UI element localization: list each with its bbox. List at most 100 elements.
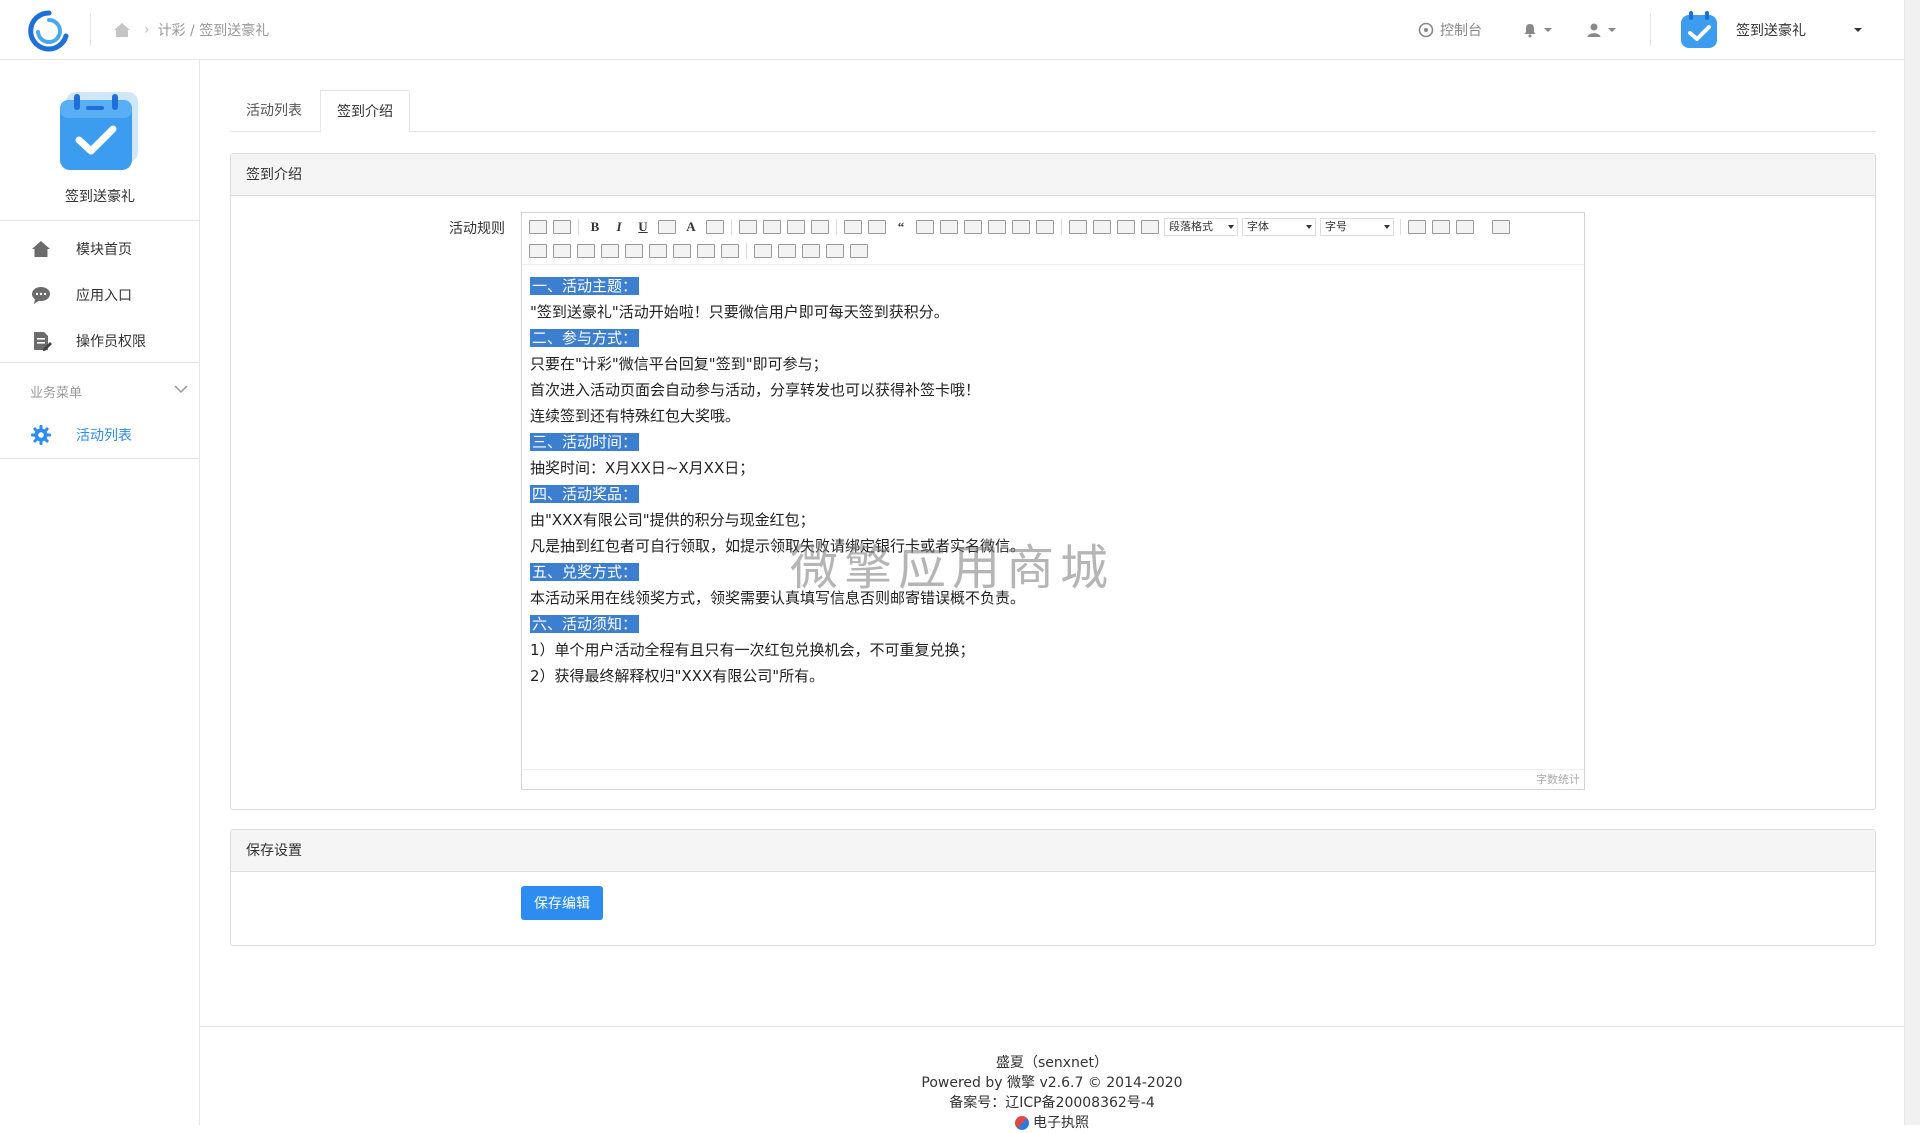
chevron-down-icon [174, 385, 188, 394]
font-color-icon[interactable]: A [682, 220, 700, 234]
paste-icon[interactable] [850, 244, 868, 258]
home-icon[interactable] [112, 20, 132, 40]
template-icon[interactable] [1432, 220, 1450, 234]
merge-cells-icon[interactable] [601, 244, 619, 258]
vertical-scrollbar[interactable] [1904, 0, 1920, 1125]
eraser-icon[interactable] [1036, 220, 1054, 234]
tab-checkin-intro[interactable]: 签到介绍 [320, 90, 410, 133]
editor-heading-line: 二、参与方式： [530, 325, 1576, 351]
user-menu-button[interactable] [1586, 0, 1616, 60]
footer-company: 盛夏（senxnet） [995, 1055, 1109, 1071]
align-center-icon[interactable] [763, 220, 781, 234]
align-justify-icon[interactable] [811, 220, 829, 234]
horizontal-rule-icon[interactable] [754, 244, 772, 258]
chevron-right-icon: › [144, 22, 150, 38]
rich-text-editor[interactable]: B I U A “ 段落格式 字体 字号 一、活动主题： "签到送豪礼"活动开始… [521, 212, 1585, 790]
header-divider [1650, 14, 1651, 46]
caret-down-icon [1608, 28, 1616, 32]
paragraph-format-select[interactable]: 段落格式 [1164, 218, 1238, 236]
row-spacing-icon[interactable] [1069, 220, 1087, 234]
fullscreen-icon[interactable] [1492, 220, 1510, 234]
footer-icp[interactable]: 备案号：辽ICP备20008362号-4 [200, 1093, 1904, 1113]
bold-icon[interactable]: B [586, 220, 604, 234]
editor-heading-line: 四、活动奖品： [530, 481, 1576, 507]
align-left-icon[interactable] [739, 220, 757, 234]
strikethrough-icon[interactable] [658, 220, 676, 234]
indent-icon[interactable] [1141, 220, 1159, 234]
align-right-icon[interactable] [787, 220, 805, 234]
editor-line-text: 三、活动时间： [530, 433, 640, 451]
breadcrumb-text[interactable]: 计彩 / 签到送豪礼 [158, 20, 270, 40]
caret-down-icon [1854, 28, 1862, 32]
split-cols-icon[interactable] [721, 244, 739, 258]
editor-toolbar: B I U A “ 段落格式 字体 字号 [522, 213, 1584, 265]
save-panel: 保存设置 保存编辑 [230, 829, 1876, 946]
table-icon[interactable] [1408, 220, 1426, 234]
anchor-icon[interactable] [778, 244, 796, 258]
paragraph-spacing-icon[interactable] [1093, 220, 1111, 234]
ordered-list-icon[interactable] [844, 220, 862, 234]
notifications-button[interactable] [1522, 0, 1552, 60]
text-direction-icon[interactable] [1456, 220, 1474, 234]
top-header: › 计彩 / 签到送豪礼 控制台 签到送豪礼 [0, 0, 1904, 60]
font-size-value: 字号 [1325, 220, 1347, 233]
split-cells-icon[interactable] [673, 244, 691, 258]
font-size-select[interactable]: 字号 [1320, 218, 1394, 236]
highlight-color-icon[interactable] [706, 220, 724, 234]
line-height-icon[interactable] [1117, 220, 1135, 234]
sidebar-item-operator-permissions[interactable]: 操作员权限 [0, 318, 200, 364]
page-footer: 盛夏（senxnet） Powered by 微擎 v2.6.7 © 2014-… [200, 1026, 1904, 1131]
sidebar-item-module-home[interactable]: 模块首页 [0, 226, 200, 272]
editor-line-text: 1）单个用户活动全程有且只有一次红包兑换机会，不可重复兑换； [530, 641, 975, 659]
merge-right-icon[interactable] [625, 244, 643, 258]
sidebar-divider [0, 220, 200, 221]
sidebar-group-business-menu[interactable]: 业务菜单 [0, 366, 200, 416]
editor-text-line: "签到送豪礼"活动开始啦！只要微信用户即可每天签到获积分。 [530, 299, 1576, 325]
italic-icon[interactable]: I [610, 220, 628, 234]
image-icon[interactable] [916, 220, 934, 234]
footer-license[interactable]: 电子执照 [200, 1113, 1904, 1133]
caret-down-icon [1306, 225, 1312, 229]
footer-powered-by: Powered by 微擎 v2.6.7 © 2014-2020 [921, 1075, 1183, 1091]
blockquote-icon[interactable]: “ [892, 220, 910, 234]
sidebar-item-activity-list[interactable]: 活动列表 [0, 412, 200, 458]
insert-row-icon[interactable] [529, 244, 547, 258]
sidebar-item-app-entry[interactable]: 应用入口 [0, 272, 200, 318]
font-family-select[interactable]: 字体 [1242, 218, 1316, 236]
insert-paragraph-icon[interactable] [553, 244, 571, 258]
header-divider [90, 14, 91, 46]
editor-text-line: 只要在"计彩"微信平台回复"签到"即可参与； [530, 351, 1576, 377]
console-link[interactable]: 控制台 [1418, 0, 1482, 60]
save-panel-title: 保存设置 [231, 830, 1875, 872]
insert-col-icon[interactable] [577, 244, 595, 258]
page-break-icon[interactable] [802, 244, 820, 258]
print-icon[interactable] [826, 244, 844, 258]
editor-line-text: 由"XXX有限公司"提供的积分与现金红包； [530, 511, 815, 529]
brand-logo-icon[interactable] [26, 8, 72, 54]
editor-content[interactable]: 一、活动主题： "签到送豪礼"活动开始啦！只要微信用户即可每天签到获积分。 二、参与… [522, 265, 1584, 697]
sidebar-group-label: 业务菜单 [30, 385, 83, 401]
account-switcher[interactable]: 签到送豪礼 [1678, 0, 1862, 60]
editor-text-line: 2）获得最终解释权归"XXX有限公司"所有。 [530, 663, 1576, 689]
split-rows-icon[interactable] [697, 244, 715, 258]
save-edit-button[interactable]: 保存编辑 [521, 886, 603, 920]
editor-line-text: 五、兑奖方式： [530, 563, 640, 581]
unordered-list-icon[interactable] [868, 220, 886, 234]
footer-license-text: 电子执照 [1033, 1115, 1089, 1131]
link-icon[interactable] [1012, 220, 1030, 234]
preview-icon[interactable] [553, 220, 571, 234]
editor-text-line: 首次进入活动页面会自动参与活动，分享转发也可以获得补签卡哦！ [530, 377, 1576, 403]
main-content: 活动列表 签到介绍 签到介绍 活动规则 B I U A “ 段落格式 字体 字号… [200, 60, 1904, 1125]
music-icon[interactable] [964, 220, 982, 234]
underline-icon[interactable]: U [634, 220, 652, 234]
sidebar-item-label: 应用入口 [76, 288, 132, 304]
editor-line-text: 一、活动主题： [530, 277, 640, 295]
caret-down-icon [1544, 28, 1552, 32]
tab-activity-list[interactable]: 活动列表 [230, 90, 318, 132]
emoji-icon[interactable] [988, 220, 1006, 234]
source-html-icon[interactable] [529, 220, 547, 234]
editor-text-line: 1）单个用户活动全程有且只有一次红包兑换机会，不可重复兑换； [530, 637, 1576, 663]
merge-down-icon[interactable] [649, 244, 667, 258]
video-icon[interactable] [940, 220, 958, 234]
sidebar-item-label: 操作员权限 [76, 334, 146, 350]
